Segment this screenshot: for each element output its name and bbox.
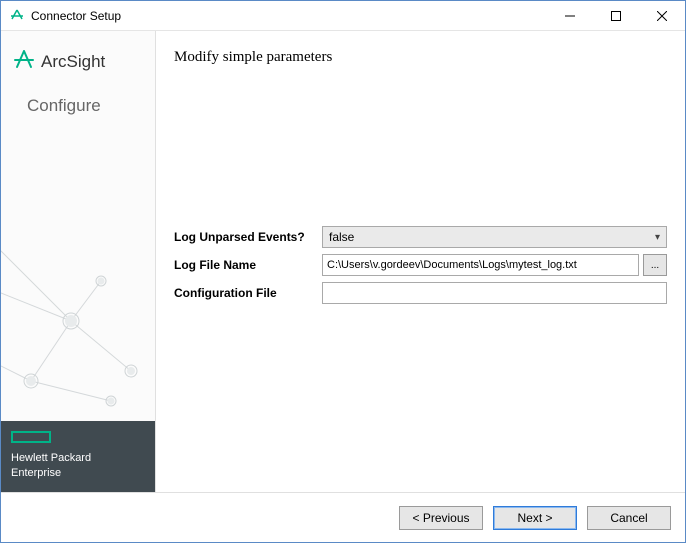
vendor-line2: Enterprise [11,466,145,480]
label-log-file: Log File Name [174,258,314,272]
browse-log-file-button[interactable]: ... [643,254,667,276]
app-icon [9,8,25,24]
sidebar-top: ArcSight Configure [1,31,155,116]
page-title: Modify simple parameters [174,49,667,66]
sidebar-art [1,156,155,421]
brand: ArcSight [13,49,143,74]
next-button[interactable]: Next > [493,506,577,530]
vendor-line1: Hewlett Packard [11,451,145,465]
hpe-logo-icon [11,431,51,443]
select-value: false [329,230,354,244]
minimize-button[interactable] [547,1,593,31]
sidebar: ArcSight Configure [1,31,156,492]
label-log-unparsed: Log Unparsed Events? [174,230,314,244]
window-controls [547,1,685,31]
row-config-file: Configuration File [174,282,667,304]
wizard-footer: < Previous Next > Cancel [1,492,685,542]
brand-label: ArcSight [41,52,105,72]
maximize-button[interactable] [593,1,639,31]
input-log-file[interactable] [322,254,639,276]
input-config-file[interactable] [322,282,667,304]
row-log-file: Log File Name ... [174,254,667,276]
window-title: Connector Setup [31,9,121,23]
arcsight-icon [13,49,35,74]
main-panel: Modify simple parameters Log Unparsed Ev… [156,31,685,492]
label-config-file: Configuration File [174,286,314,300]
previous-button[interactable]: < Previous [399,506,483,530]
body: ArcSight Configure [1,31,685,492]
connector-setup-window: Connector Setup ArcS [0,0,686,543]
parameters-form: Log Unparsed Events? false ▾ Log File Na… [174,226,667,304]
step-label: Configure [13,96,143,116]
close-button[interactable] [639,1,685,31]
titlebar: Connector Setup [1,1,685,31]
row-log-unparsed: Log Unparsed Events? false ▾ [174,226,667,248]
cancel-button[interactable]: Cancel [587,506,671,530]
sidebar-footer: Hewlett Packard Enterprise [1,421,155,492]
select-log-unparsed[interactable]: false ▾ [322,226,667,248]
chevron-down-icon: ▾ [655,232,660,243]
